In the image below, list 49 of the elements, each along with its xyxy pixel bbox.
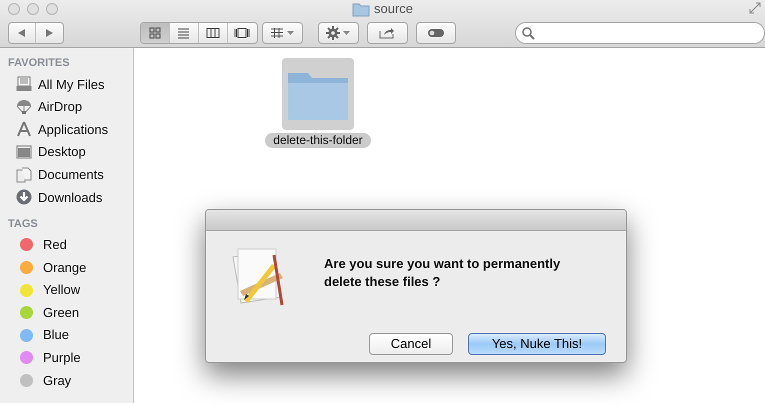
sidebar-item[interactable]: Green [0, 301, 133, 324]
gear-icon [326, 26, 340, 40]
view-button[interactable] [140, 23, 170, 43]
sidebar-item[interactable]: Orange [0, 256, 133, 279]
back-icon [17, 28, 26, 38]
grid-icon [270, 28, 284, 38]
confirm-button[interactable]: Yes, Nuke This! [468, 333, 606, 355]
files-icon [16, 76, 32, 92]
navigation-control[interactable] [8, 22, 64, 44]
section-heading: FAVORITES [7, 56, 71, 71]
caret-icon [343, 31, 350, 35]
documents-icon [16, 166, 32, 183]
sidebar-item[interactable]: Applications [0, 118, 133, 141]
parachute-icon [16, 98, 32, 115]
sidebar-item[interactable]: All My Files [0, 73, 133, 96]
forward-icon [44, 28, 54, 38]
column-view-icon [206, 27, 220, 39]
cover-flow-icon [234, 27, 250, 39]
download-icon [16, 189, 32, 206]
sidebar-item[interactable]: Purple [0, 346, 133, 370]
share-icon [379, 27, 396, 39]
caret-icon [287, 31, 294, 35]
cancel-button[interactable]: Cancel [369, 333, 453, 355]
section-heading: TAGS [7, 216, 39, 232]
dialog-message: Are you sure you want to permanently delete these files ? [324, 255, 562, 291]
search-field[interactable] [515, 22, 765, 44]
sidebar-item[interactable]: Yellow [0, 278, 133, 302]
icon-view-icon [148, 27, 161, 39]
window-title: source [374, 0, 414, 18]
file-name[interactable]: delete-this-folder [265, 133, 371, 148]
share-button[interactable] [366, 22, 408, 44]
apps-icon [16, 121, 32, 138]
arrange-button[interactable] [262, 22, 303, 44]
search-icon [522, 26, 536, 40]
desktop-icon [16, 144, 32, 160]
sidebar-item[interactable]: Desktop [0, 140, 133, 164]
sidebar-item[interactable]: Blue [0, 324, 133, 347]
view-switcher[interactable] [140, 22, 258, 44]
list-view-icon [177, 27, 190, 39]
tag-button[interactable] [416, 22, 456, 44]
folder-icon [352, 1, 370, 17]
sidebar-item[interactable]: Red [0, 234, 133, 256]
toggle-icon [426, 28, 445, 38]
action-button[interactable] [318, 22, 359, 44]
fullscreen-icon[interactable] [749, 2, 761, 14]
sidebar-item[interactable]: Documents [0, 163, 133, 186]
sidebar-item[interactable]: Downloads [0, 186, 133, 209]
sidebar-item[interactable]: AirDrop [0, 96, 133, 118]
sidebar-item[interactable]: Gray [0, 369, 133, 392]
